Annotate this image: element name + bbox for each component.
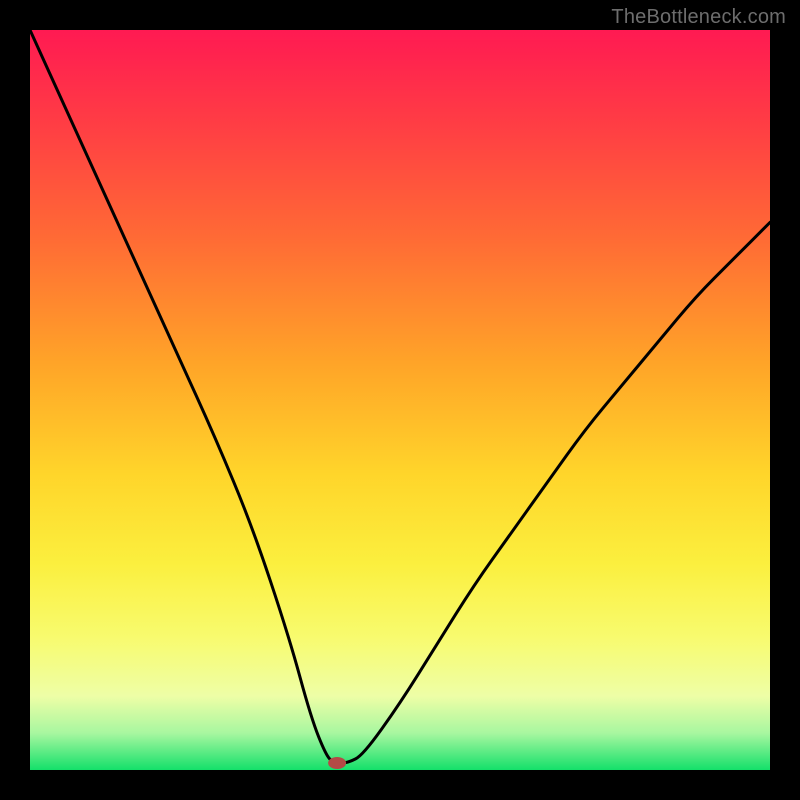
bottleneck-curve (30, 30, 770, 763)
curve-layer (30, 30, 770, 770)
minimum-marker (328, 757, 346, 769)
watermark-text: TheBottleneck.com (611, 6, 786, 29)
chart-frame: TheBottleneck.com (0, 0, 800, 800)
plot-area (30, 30, 770, 770)
